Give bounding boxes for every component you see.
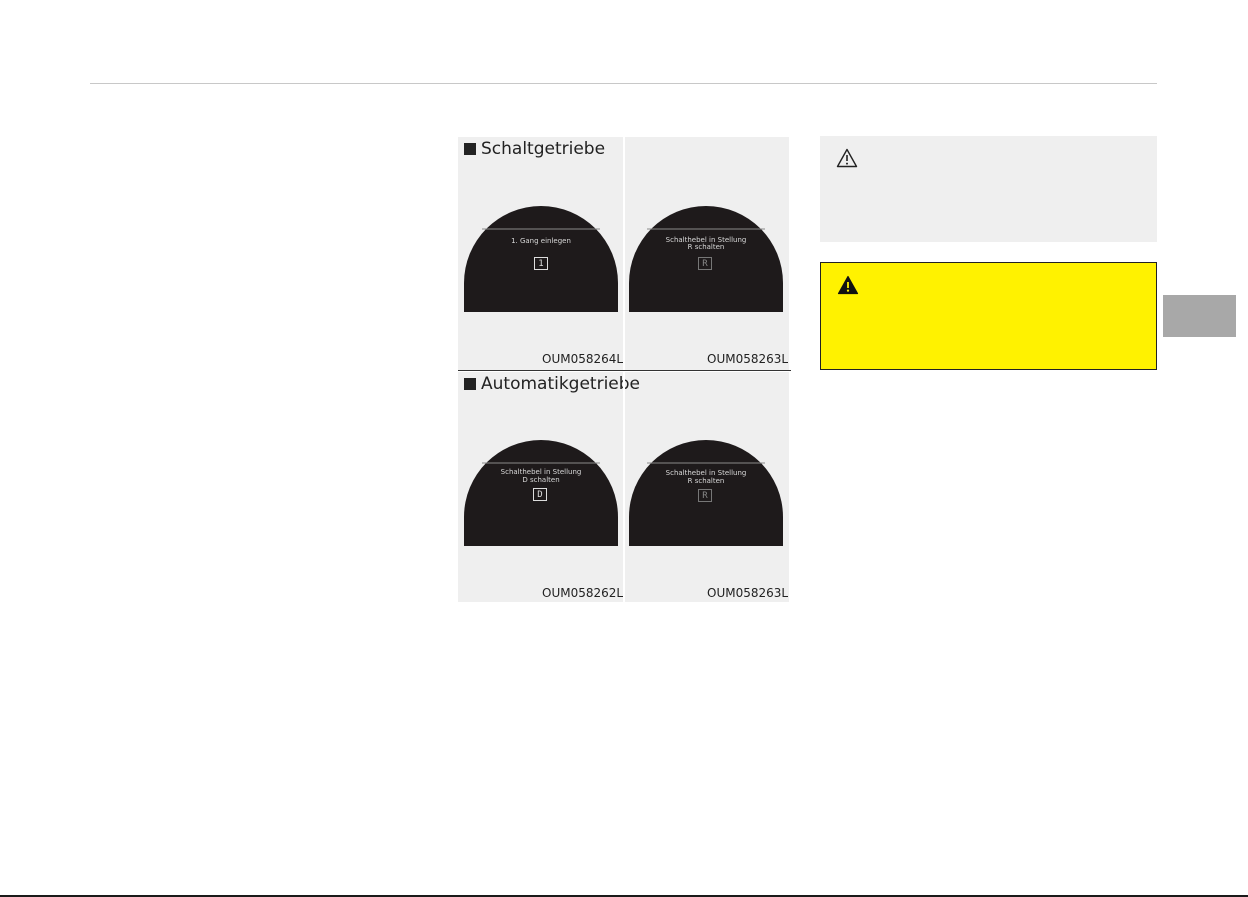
figure-code-right: OUM058263L xyxy=(707,586,789,600)
figure-code-left: OUM058264L xyxy=(542,352,624,366)
caution-triangle-icon xyxy=(836,148,858,168)
square-bullet-icon xyxy=(464,143,476,155)
figure-code-left: OUM058262L xyxy=(542,586,624,600)
cluster-message-line1: Schalthebel in Stellung xyxy=(665,469,747,477)
gear-indicator-r: R xyxy=(698,257,712,270)
warning-triangle-icon xyxy=(837,275,859,295)
header-rule xyxy=(90,83,1157,84)
cluster-display-manual-right: Schalthebel in Stellung R schalten R xyxy=(629,203,783,312)
square-bullet-icon xyxy=(464,378,476,390)
chapter-tab xyxy=(1163,295,1236,337)
figure-code-right: OUM058263L xyxy=(707,352,789,366)
gear-indicator-d: D xyxy=(533,488,547,501)
cluster-display-automatic-left: Schalthebel in Stellung D schalten D xyxy=(464,437,618,546)
cluster-display-manual-left: 1. Gang einlegen 1 xyxy=(464,203,618,312)
figure-title-automatic-text: Automatikgetriebe xyxy=(481,374,641,394)
figure-title-manual: Schaltgetriebe xyxy=(464,139,605,159)
figure-title-automatic: Automatikgetriebe xyxy=(464,374,640,394)
cluster-message-line2: R schalten xyxy=(687,243,725,251)
cluster-message-line2: D schalten xyxy=(522,476,560,484)
caution-box xyxy=(820,136,1157,242)
warning-box xyxy=(820,262,1157,370)
gear-indicator-1: 1 xyxy=(534,257,548,270)
figure-title-manual-text: Schaltgetriebe xyxy=(481,139,606,159)
cluster-message-line1: Schalthebel in Stellung xyxy=(500,468,582,476)
cluster-message-line2: R schalten xyxy=(687,477,725,485)
figure-divider xyxy=(623,137,625,370)
gear-indicator-r: R xyxy=(698,489,712,502)
cluster-message: 1. Gang einlegen xyxy=(511,237,571,245)
figure-divider xyxy=(623,372,625,602)
figure-section-rule xyxy=(458,370,791,371)
cluster-display-automatic-right: Schalthebel in Stellung R schalten R xyxy=(629,437,783,546)
